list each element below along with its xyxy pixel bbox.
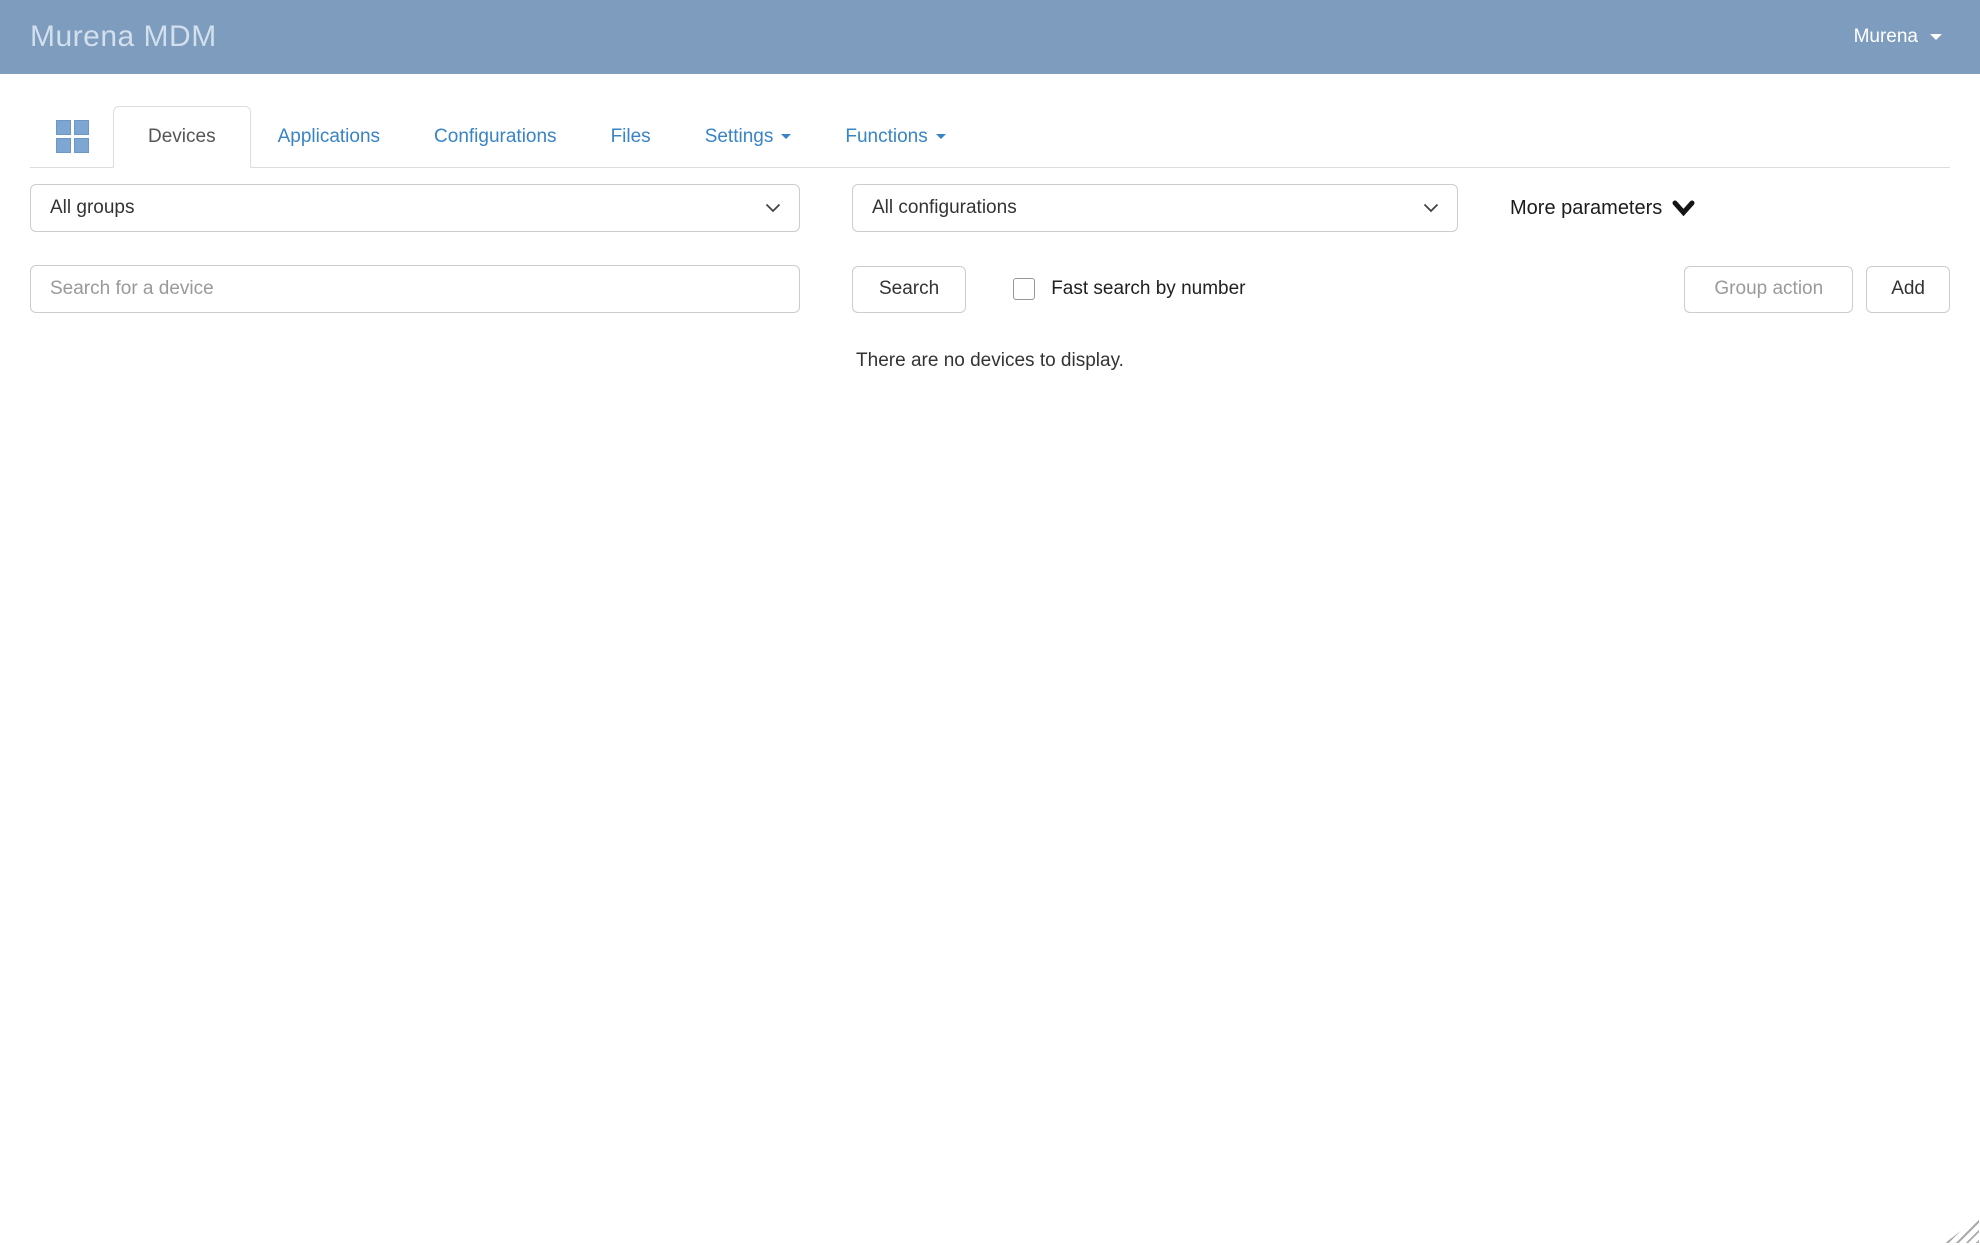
- more-parameters-toggle[interactable]: More parameters: [1510, 197, 1695, 220]
- tab-label: Configurations: [434, 126, 557, 148]
- group-filter-select[interactable]: All groups: [30, 184, 800, 232]
- resize-handle-icon[interactable]: [1945, 1217, 1979, 1243]
- filter-row: All groups All configurations More param…: [30, 184, 1950, 232]
- tab-files[interactable]: Files: [584, 106, 678, 167]
- group-action-button[interactable]: Group action: [1684, 266, 1853, 313]
- tab-label: Functions: [845, 126, 927, 148]
- tab-applications[interactable]: Applications: [251, 106, 407, 167]
- group-filter-value: All groups: [50, 197, 135, 219]
- user-menu[interactable]: Murena: [1854, 26, 1942, 48]
- grid-icon: [56, 120, 89, 153]
- app-header: Murena MDM Murena: [0, 0, 1980, 74]
- tab-label: Applications: [278, 126, 380, 148]
- empty-state-message: There are no devices to display.: [30, 350, 1950, 372]
- tab-label: Settings: [705, 126, 774, 148]
- select-chevron-icon: [1423, 203, 1439, 213]
- tab-label: Files: [611, 126, 651, 148]
- tab-label: Devices: [148, 126, 216, 148]
- tab-configurations[interactable]: Configurations: [407, 106, 584, 167]
- search-row: Search Fast search by number Group actio…: [30, 265, 1950, 313]
- tab-functions[interactable]: Functions: [818, 106, 972, 167]
- user-menu-label: Murena: [1854, 26, 1918, 48]
- fast-search-label: Fast search by number: [1051, 278, 1245, 300]
- device-search-input[interactable]: [30, 265, 800, 313]
- chevron-down-icon: [936, 134, 946, 139]
- more-parameters-label: More parameters: [1510, 197, 1662, 220]
- fast-search-checkbox[interactable]: [1013, 278, 1035, 300]
- configuration-filter-select[interactable]: All configurations: [852, 184, 1458, 232]
- select-chevron-icon: [765, 203, 781, 213]
- chevron-down-bold-icon: [1672, 199, 1695, 217]
- configuration-filter-value: All configurations: [872, 197, 1017, 219]
- tab-devices[interactable]: Devices: [113, 106, 251, 168]
- search-button[interactable]: Search: [852, 266, 966, 313]
- app-title: Murena MDM: [30, 20, 217, 54]
- chevron-down-icon: [1930, 34, 1942, 40]
- tab-settings[interactable]: Settings: [678, 106, 819, 167]
- add-button[interactable]: Add: [1866, 266, 1950, 313]
- main-tab-bar: Devices Applications Configurations File…: [30, 106, 1950, 168]
- chevron-down-icon: [781, 134, 791, 139]
- tab-home[interactable]: [30, 106, 113, 167]
